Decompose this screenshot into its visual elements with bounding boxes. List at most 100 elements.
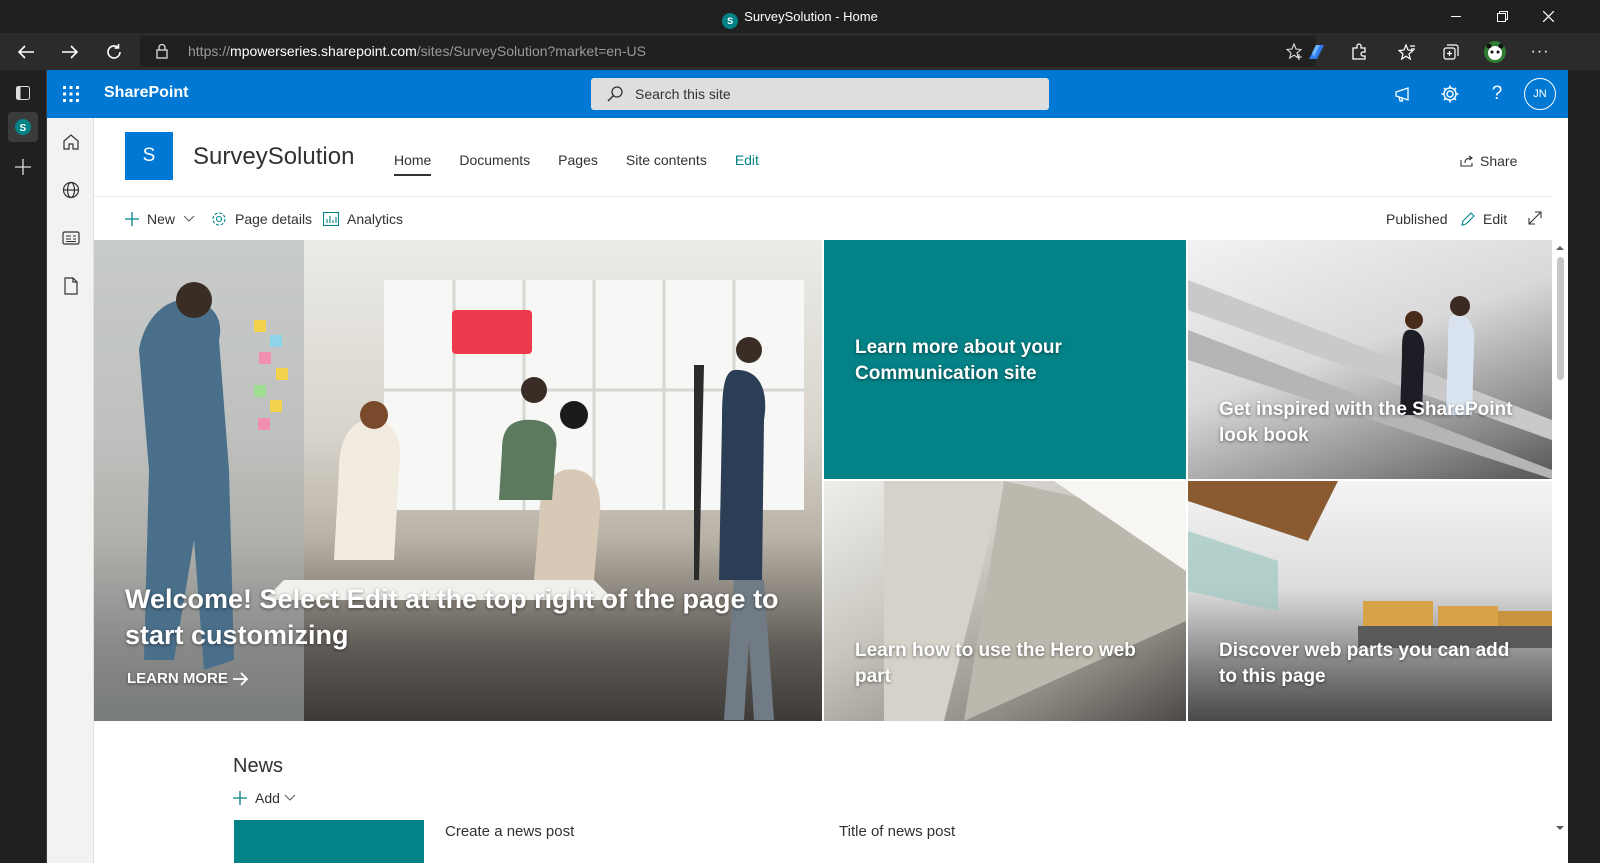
new-tab-button[interactable] — [8, 152, 38, 182]
news-item-title[interactable]: Title of news post — [839, 823, 955, 840]
share-icon — [1460, 155, 1473, 167]
sharepoint-suite-bar: SharePoint Search this site ? JN — [47, 70, 1600, 118]
hero-web-part: Welcome! Select Edit at the top right of… — [94, 240, 1552, 721]
news-add-label: Add — [255, 790, 280, 806]
refresh-icon — [107, 44, 121, 59]
nav-edit-link[interactable]: Edit — [735, 152, 759, 176]
favorites-icon — [1398, 43, 1415, 61]
help-button[interactable]: ? — [1473, 70, 1521, 118]
lock-icon — [156, 43, 168, 59]
tab-surveysolution[interactable]: S — [8, 112, 38, 142]
files-nav-button[interactable] — [47, 266, 94, 306]
share-button[interactable]: Share — [1460, 153, 1517, 169]
expand-icon — [1528, 211, 1542, 225]
publish-status: Published — [1386, 211, 1448, 227]
sharepoint-brand-link[interactable]: SharePoint — [104, 84, 188, 102]
nav-home[interactable]: Home — [394, 152, 432, 176]
more-menu-button[interactable]: ··· — [1524, 36, 1556, 68]
hero-tile-web-parts[interactable]: Discover web parts you can add to this p… — [1188, 481, 1552, 721]
restore-button[interactable] — [1479, 0, 1525, 33]
site-title[interactable]: SurveySolution — [193, 143, 354, 171]
plus-icon — [233, 791, 247, 805]
extensions-button[interactable] — [1343, 36, 1375, 68]
page-scrollbar[interactable] — [1552, 118, 1568, 863]
extensions-icon — [1352, 43, 1366, 60]
nav-site-contents[interactable]: Site contents — [626, 152, 707, 176]
news-post-thumbnail[interactable] — [234, 820, 424, 863]
new-button[interactable]: New — [125, 211, 195, 227]
learn-more-label: LEARN MORE — [127, 670, 228, 687]
window-title-container: S SurveySolution - Home — [0, 9, 1600, 29]
learn-more-link[interactable]: LEARN MORE — [127, 670, 249, 687]
window-title: SurveySolution - Home — [744, 9, 878, 24]
chevron-down-icon — [183, 215, 195, 222]
global-nav-button[interactable] — [47, 170, 94, 210]
hero-tile-caption: Learn more about your Communication site — [855, 337, 1062, 384]
nav-pages[interactable]: Pages — [558, 152, 598, 176]
home-icon — [62, 134, 79, 150]
hero-tile-caption: Discover web parts you can add to this p… — [1219, 640, 1510, 687]
hero-tile-caption: Get inspired with the SharePoint look bo… — [1219, 399, 1513, 446]
new-label: New — [147, 211, 176, 227]
nav-documents[interactable]: Documents — [459, 152, 530, 176]
plus-icon — [125, 212, 139, 226]
address-bar[interactable]: https://mpowerseries.sharepoint.com/site… — [140, 36, 1316, 67]
hero-main-tile[interactable]: Welcome! Select Edit at the top right of… — [94, 240, 822, 721]
megaphone-icon — [1395, 87, 1409, 102]
sharepoint-tab-icon: S — [15, 119, 31, 135]
scroll-up-icon[interactable] — [1552, 242, 1568, 254]
tab-actions-menu-icon[interactable] — [8, 78, 38, 108]
edit-label: Edit — [1483, 211, 1508, 227]
feedback-button[interactable] — [1380, 70, 1428, 118]
url-prefix: https:// — [188, 43, 231, 59]
news-nav-button[interactable] — [47, 218, 94, 258]
search-input[interactable]: Search this site — [591, 78, 1049, 110]
app-launcher-button[interactable] — [47, 70, 95, 118]
copilot-icon — [1309, 45, 1324, 59]
news-item-title[interactable]: Create a news post — [445, 823, 574, 840]
search-icon — [607, 86, 623, 102]
profile-button[interactable] — [1479, 36, 1511, 68]
news-icon — [61, 231, 80, 245]
news-add-button[interactable]: Add — [233, 790, 296, 806]
site-logo[interactable]: S — [125, 132, 173, 180]
hero-main-caption: Welcome! Select Edit at the top right of… — [125, 584, 779, 650]
minimize-button[interactable] — [1433, 0, 1479, 33]
favorites-button[interactable] — [1391, 36, 1423, 68]
publish-status-label: Published — [1386, 211, 1448, 227]
share-label: Share — [1480, 153, 1518, 169]
search-placeholder: Search this site — [635, 86, 731, 102]
edit-page-button[interactable]: Edit — [1461, 211, 1507, 227]
profile-icon — [1484, 41, 1506, 63]
gear-icon — [1441, 85, 1459, 103]
news-heading: News — [233, 755, 284, 777]
copilot-button[interactable] — [1300, 36, 1332, 68]
arrow-right-icon — [232, 671, 249, 686]
command-bar: New Page details Analytics Published Edi… — [94, 196, 1600, 240]
page-content: S SurveySolution Home Documents Pages Si… — [94, 118, 1600, 863]
chevron-down-icon — [284, 794, 296, 801]
user-avatar[interactable]: JN — [1524, 78, 1556, 110]
hero-tile-look-book[interactable]: Get inspired with the SharePoint look bo… — [1188, 240, 1552, 479]
hero-tile-communication-site[interactable]: Learn more about your Communication site — [824, 240, 1186, 479]
analytics-button[interactable]: Analytics — [323, 211, 403, 227]
hero-tile-hero-web-part[interactable]: Learn how to use the Hero web part — [824, 481, 1186, 721]
pencil-icon — [1461, 212, 1475, 226]
settings-button[interactable] — [1426, 70, 1474, 118]
site-navigation: Home Documents Pages Site contents Edit — [394, 152, 787, 176]
scrollbar-thumb[interactable] — [1557, 257, 1564, 380]
scroll-down-icon[interactable] — [1552, 822, 1568, 834]
analytics-label: Analytics — [347, 211, 404, 227]
hero-tile-caption: Learn how to use the Hero web part — [855, 640, 1136, 687]
close-window-button[interactable] — [1525, 0, 1571, 33]
back-button[interactable] — [8, 36, 44, 68]
page-details-button[interactable]: Page details — [211, 211, 312, 227]
refresh-button[interactable] — [96, 36, 132, 68]
forward-button[interactable] — [52, 36, 88, 68]
browser-toolbar: https://mpowerseries.sharepoint.com/site… — [0, 33, 1600, 70]
collections-button[interactable] — [1435, 36, 1467, 68]
analytics-icon — [323, 212, 339, 226]
sharepoint-favicon-icon: S — [722, 13, 739, 29]
home-nav-button[interactable] — [47, 122, 94, 162]
expand-button[interactable] — [1528, 211, 1550, 225]
